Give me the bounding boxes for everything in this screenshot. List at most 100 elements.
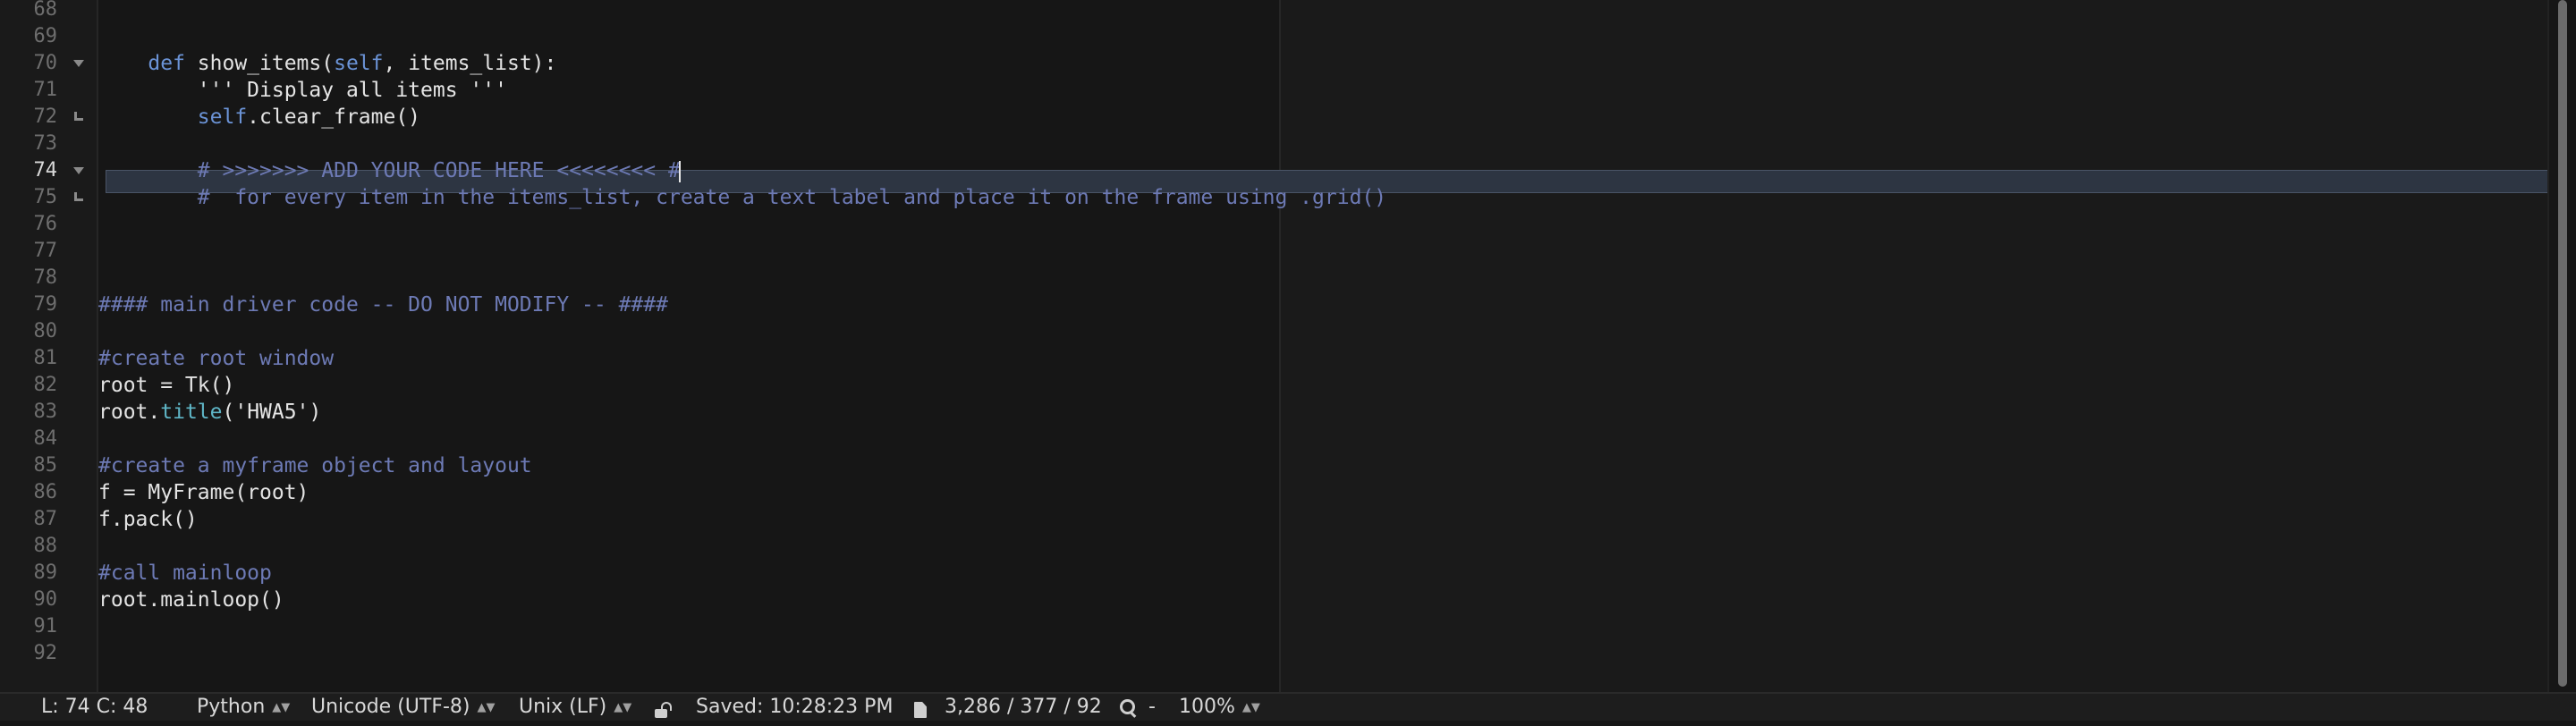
line-number-label: 69: [33, 25, 58, 47]
line-number-label: 82: [33, 374, 58, 396]
zoom-label: 100%: [1179, 696, 1235, 718]
code-line[interactable]: #### main driver code -- DO NOT MODIFY -…: [98, 291, 2549, 318]
code-line[interactable]: #call mainloop: [98, 560, 2549, 587]
code-line[interactable]: f = MyFrame(root): [98, 479, 2549, 506]
line-number: 91: [0, 613, 97, 640]
cursor-position[interactable]: L: 74 C: 48: [41, 694, 148, 721]
code-token: 'HWA5': [234, 401, 309, 424]
line-number: 92: [0, 640, 97, 667]
code-line[interactable]: #create a myframe object and layout: [98, 452, 2549, 479]
code-token: (: [222, 401, 235, 424]
code-token: title: [160, 401, 223, 424]
line-endings-selector[interactable]: Unix (LF) ▲▼: [519, 694, 631, 721]
code-line[interactable]: [98, 131, 2549, 157]
line-number-label: 70: [33, 52, 58, 74]
code-line[interactable]: [98, 426, 2549, 452]
status-bar: L: 74 C: 48 Python ▲▼ Unicode (UTF-8) ▲▼ U…: [0, 692, 2576, 721]
line-number-label: 77: [33, 240, 58, 262]
code-line[interactable]: [98, 0, 2549, 23]
line-number-gutter: 68 69 70 71 72 73 74 75 76 77 78 79 80 81 82 83 84 85 86 87…: [0, 0, 98, 692]
line-number-label: 92: [33, 642, 58, 664]
chevron-updown-icon: ▲▼: [614, 701, 632, 714]
line-number: 72: [0, 104, 97, 131]
line-number-label: 71: [33, 79, 58, 101]
search-value[interactable]: -: [1148, 694, 1156, 721]
code-line[interactable]: [98, 613, 2549, 640]
line-number: 84: [0, 426, 97, 452]
vertical-scrollbar[interactable]: [2547, 0, 2576, 692]
code-token: self: [197, 106, 248, 129]
fold-arrow-icon[interactable]: [72, 50, 88, 77]
code-line[interactable]: [98, 23, 2549, 50]
scrollbar-thumb[interactable]: [2558, 0, 2567, 687]
document-icon: [914, 699, 927, 718]
line-number-label: 78: [33, 266, 58, 289]
code-editor[interactable]: 68 69 70 71 72 73 74 75 76 77 78 79 80 81 82 83 84 85 86 87…: [0, 0, 2576, 692]
code-token: def: [148, 52, 185, 75]
code-line[interactable]: [98, 211, 2549, 238]
zoom-selector[interactable]: 100% ▲▼: [1179, 694, 1260, 721]
fold-end-icon: [72, 184, 88, 211]
code-token: f = MyFrame(root): [98, 481, 309, 504]
code-token: self: [334, 52, 384, 75]
saved-status: Saved: 10:28:23 PM: [696, 696, 894, 718]
line-number: 80: [0, 318, 97, 345]
line-number-label: 88: [33, 535, 58, 557]
fold-end-icon: [72, 104, 88, 131]
code-line[interactable]: root.title('HWA5'): [98, 399, 2549, 426]
line-number-label: 87: [33, 508, 58, 530]
code-line[interactable]: # for every item in the items_list, crea…: [98, 184, 2549, 211]
line-number-label: 74: [33, 159, 58, 182]
line-number-label: 76: [33, 213, 58, 235]
code-line[interactable]: [98, 318, 2549, 345]
chevron-updown-icon: ▲▼: [1241, 701, 1260, 714]
line-number-label: 84: [33, 427, 58, 450]
code-line[interactable]: # >>>>>>> ADD YOUR CODE HERE <<<<<<<< #: [98, 157, 2549, 184]
code-token: .clear_frame(): [247, 106, 421, 129]
line-number: 77: [0, 238, 97, 265]
line-number: 89: [0, 560, 97, 587]
code-token: root.: [98, 401, 161, 424]
lock-icon[interactable]: [655, 699, 669, 718]
line-number: 81: [0, 345, 97, 372]
line-number-label: 79: [33, 293, 58, 316]
line-number-label: 83: [33, 401, 58, 423]
code-line[interactable]: ''' Display all items ''': [98, 77, 2549, 104]
line-endings-label: Unix (LF): [519, 696, 607, 718]
line-number: 71: [0, 77, 97, 104]
code-token: #call mainloop: [98, 561, 272, 585]
encoding-selector[interactable]: Unicode (UTF-8) ▲▼: [311, 694, 496, 721]
line-number: 76: [0, 211, 97, 238]
code-token: show_items(: [184, 52, 335, 75]
code-line[interactable]: root.mainloop(): [98, 587, 2549, 613]
code-token: # >>>>>>> ADD YOUR CODE HERE <<<<<<<< #: [98, 159, 681, 182]
code-line[interactable]: self.clear_frame(): [98, 104, 2549, 131]
code-line[interactable]: [98, 533, 2549, 560]
search-icon[interactable]: [1120, 698, 1138, 718]
language-selector[interactable]: Python ▲▼: [197, 694, 290, 721]
line-number: 90: [0, 587, 97, 613]
line-number-label: 85: [33, 454, 58, 477]
code-line[interactable]: #create root window: [98, 345, 2549, 372]
line-number-label: 90: [33, 588, 58, 611]
code-line[interactable]: def show_items(self, items_list):: [98, 50, 2549, 77]
line-number: 68: [0, 0, 97, 23]
code-line[interactable]: root = Tk(): [98, 372, 2549, 399]
code-token: ''' Display all items ''': [98, 79, 507, 102]
line-number-label: 89: [33, 561, 58, 584]
encoding-label: Unicode (UTF-8): [311, 696, 470, 718]
code-text-area[interactable]: def show_items(self, items_list): ''' Di…: [98, 0, 2549, 692]
chevron-updown-icon: ▲▼: [272, 701, 291, 714]
code-line[interactable]: [98, 640, 2549, 667]
code-token: , items_list):: [383, 52, 557, 75]
line-number-label: 75: [33, 186, 58, 208]
document-stats[interactable]: 3,286 / 377 / 92: [945, 694, 1102, 721]
code-line[interactable]: f.pack(): [98, 506, 2549, 533]
fold-arrow-icon[interactable]: [72, 157, 88, 184]
line-number-label: 72: [33, 106, 58, 128]
code-line[interactable]: [98, 265, 2549, 291]
line-number: 83: [0, 399, 97, 426]
code-line[interactable]: [98, 238, 2549, 265]
